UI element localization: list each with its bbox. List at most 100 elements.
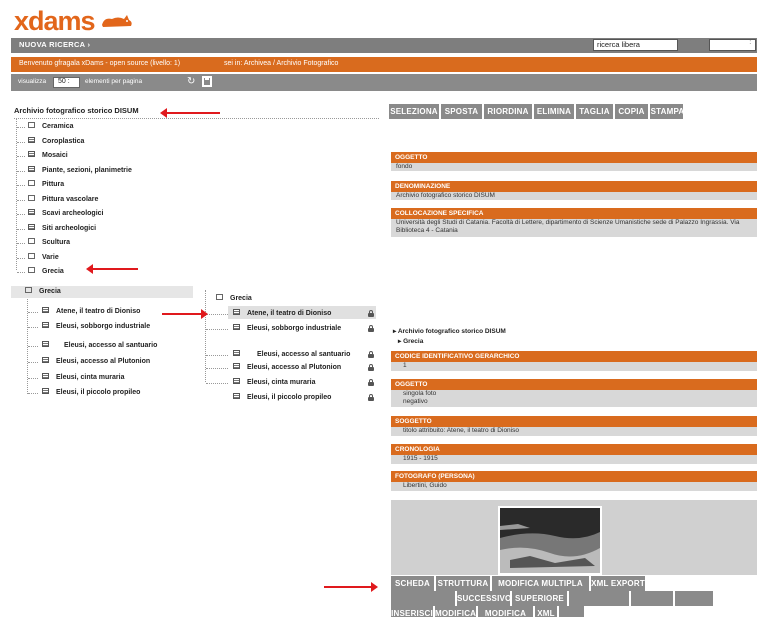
tree-connector (17, 127, 25, 128)
bottom-modifica-button[interactable]: MODIFICA (435, 606, 478, 617)
tree-item-siti-archeologici[interactable]: Siti archeologici (28, 223, 96, 234)
tree-connector (28, 346, 38, 347)
tree-connector (17, 214, 25, 215)
tree2-item-eleusi-accesso-al-plutonion[interactable]: Eleusi, accesso al Plutonion (42, 357, 150, 367)
document-icon (28, 209, 35, 216)
logo-text: xdams (14, 6, 96, 36)
tree3-item-eleusi-sobborgo-industriale[interactable]: Eleusi, sobborgo industriale (233, 324, 341, 334)
bottom-toolbar-3: INSERISCIMODIFICAMODIFICA XMLXML (391, 606, 584, 617)
tree3-item-eleusi-accesso-al-santuario[interactable]: Eleusi, accesso al santuario (233, 350, 350, 360)
tree2-root[interactable]: Grecia (25, 287, 61, 297)
bottom-inserisci-button[interactable]: INSERISCI (391, 606, 435, 617)
tree-connector (17, 141, 25, 143)
bottom-successivo-button[interactable]: SUCCESSIVO (457, 591, 512, 606)
lock-icon[interactable] (368, 325, 374, 332)
lock-icon[interactable] (368, 394, 374, 401)
bottom-xml-export-button[interactable]: XML EXPORT (591, 576, 647, 591)
toolbar-elimina-button[interactable]: ELIMINA (534, 104, 576, 119)
document-icon (233, 378, 240, 385)
save-icon[interactable] (202, 76, 212, 87)
tree2-item-eleusi-accesso-al-santuario[interactable]: Eleusi, accesso al santuario (42, 341, 157, 351)
toolbar-taglia-button[interactable]: TAGLIA (576, 104, 615, 119)
tree-connector (206, 314, 228, 315)
bottom-scheda-button[interactable]: SCHEDA (391, 576, 436, 591)
xdams-logo[interactable]: xdams (14, 6, 134, 36)
field-value-collocazione-specifica: Università degli Studi di Catania. Facol… (391, 219, 757, 237)
tree-item-mosaici[interactable]: Mosaici (28, 151, 68, 161)
tree-item-piante-sezioni-planimetrie[interactable]: Piante, sezioni, planimetrie (28, 165, 132, 176)
tree2-item-eleusi-sobborgo-industriale[interactable]: Eleusi, sobborgo industriale (42, 322, 150, 332)
lock-icon[interactable] (368, 379, 374, 386)
tree2-item-label: Eleusi, sobborgo industriale (56, 323, 151, 330)
breadcrumb-root[interactable]: ▸ Archivio fotografico storico DISUM (393, 327, 506, 335)
bottom-toolbar-1: SCHEDA STRUTTURA MODIFICA MULTIPLA XML EXPO… (391, 576, 647, 591)
empty-toolbar-slot (391, 591, 457, 606)
toolbar-sposta-button[interactable]: SPOSTA (441, 104, 484, 119)
tree-item-varie[interactable]: Varie (28, 252, 59, 263)
field-value-cronologia: 1915 - 1915 (391, 455, 757, 464)
tree-connector (206, 329, 228, 330)
empty-toolbar-slot (631, 591, 675, 606)
annotation-arrow (86, 264, 138, 274)
toolbar-riordina-button[interactable]: RIORDINA (484, 104, 534, 119)
tree-item-coroplastica[interactable]: Coroplastica (28, 136, 84, 147)
bottom-struttura-button[interactable]: STRUTTURA (436, 576, 492, 591)
welcome-bar: Benvenuto gfragala xDams - open source (… (11, 57, 757, 72)
lock-icon[interactable] (368, 364, 374, 371)
tree3-root[interactable]: Grecia (216, 294, 252, 304)
tree3-item-eleusi-cinta-muraria[interactable]: Eleusi, cinta muraria (233, 378, 315, 388)
view-options-bar: visualizza 50 : elementi per pagina ↻ (11, 74, 757, 91)
tree-item-label: Scavi archeologici (42, 210, 104, 217)
current-path: sei in: Archivea / Archivio Fotografico (224, 60, 339, 67)
document-icon (42, 322, 49, 329)
tree-item-grecia[interactable]: Grecia (28, 267, 64, 277)
tree2-item-atene-il-teatro-di-dioniso[interactable]: Atene, il teatro di Dioniso (42, 307, 140, 317)
bottom-modifica-multipla-button[interactable]: MODIFICA MULTIPLA (492, 576, 591, 591)
page-size-select[interactable]: 50 : (53, 77, 80, 88)
tree2-item-eleusi-cinta-muraria[interactable]: Eleusi, cinta muraria (42, 373, 124, 383)
document-icon (42, 357, 49, 364)
view-suffix: elementi per pagina (85, 78, 143, 85)
tree-item-ceramica[interactable]: Ceramica (28, 122, 74, 132)
tree-root-label[interactable]: Archivio fotografico storico DISUM (14, 106, 139, 115)
breadcrumb-child[interactable]: ▸ Grecia (398, 337, 423, 345)
document-icon (42, 307, 49, 314)
empty-toolbar-slot (675, 591, 715, 606)
toolbar-seleziona-button[interactable]: SELEZIONA (389, 104, 441, 119)
field-value-fotografo-persona: Libertini, Guido (391, 482, 757, 491)
tree-item-pittura[interactable]: Pittura (28, 180, 64, 190)
document-icon (28, 223, 35, 230)
document-icon (42, 341, 49, 348)
toolbar-stampa-button[interactable]: STAMPA (650, 104, 687, 119)
bottom-superiore-button[interactable]: SUPERIORE (512, 591, 569, 606)
tree-connector (17, 185, 25, 186)
search-input[interactable]: ricerca libera (593, 39, 678, 51)
tree-connector (206, 383, 228, 384)
toolbar-copia-button[interactable]: COPIA (615, 104, 650, 119)
search-mode-select[interactable]: : (709, 39, 756, 51)
new-search-link[interactable]: NUOVA RICERCA › (19, 40, 90, 49)
bottom-xml-button[interactable]: XML (535, 606, 559, 617)
lock-icon[interactable] (368, 310, 374, 317)
document-icon (233, 324, 240, 331)
tree2-item-label: Eleusi, il piccolo propileo (56, 389, 141, 396)
tree-item-scavi-archeologici[interactable]: Scavi archeologici (28, 209, 103, 219)
photo-thumbnail[interactable] (498, 506, 602, 575)
field-label-oggetto: OGGETTO (391, 152, 757, 163)
field-label-fotografo-persona: FOTOGRAFO (PERSONA) (391, 471, 757, 482)
field-value-oggetto: singola foto negativo (391, 390, 757, 407)
tree3-item-eleusi-accesso-al-plutonion[interactable]: Eleusi, accesso al Plutonion (233, 363, 341, 373)
tree3-item-label: Eleusi, cinta muraria (247, 379, 316, 386)
field-value-soggetto: titolo attribuito: Atene, il teatro di D… (391, 427, 757, 436)
tree2-item-eleusi-il-piccolo-propileo[interactable]: Eleusi, il piccolo propileo (42, 388, 140, 398)
tree3-item-atene-il-teatro-di-dioniso[interactable]: Atene, il teatro di Dioniso (233, 309, 331, 319)
reload-icon[interactable]: ↻ (187, 77, 197, 87)
top-nav-bar: NUOVA RICERCA › ricerca libera : (11, 38, 757, 53)
tree3-item-eleusi-il-piccolo-propileo[interactable]: Eleusi, il piccolo propileo (233, 393, 331, 403)
lock-icon[interactable] (368, 351, 374, 358)
folder-open-icon (216, 294, 223, 301)
tree3-item-label: Eleusi, accesso al santuario (257, 351, 351, 358)
bottom-modifica-xml-button[interactable]: MODIFICA XML (478, 606, 535, 617)
tree-item-pittura-vascolare[interactable]: Pittura vascolare (28, 194, 98, 205)
tree-item-scultura[interactable]: Scultura (28, 238, 70, 248)
